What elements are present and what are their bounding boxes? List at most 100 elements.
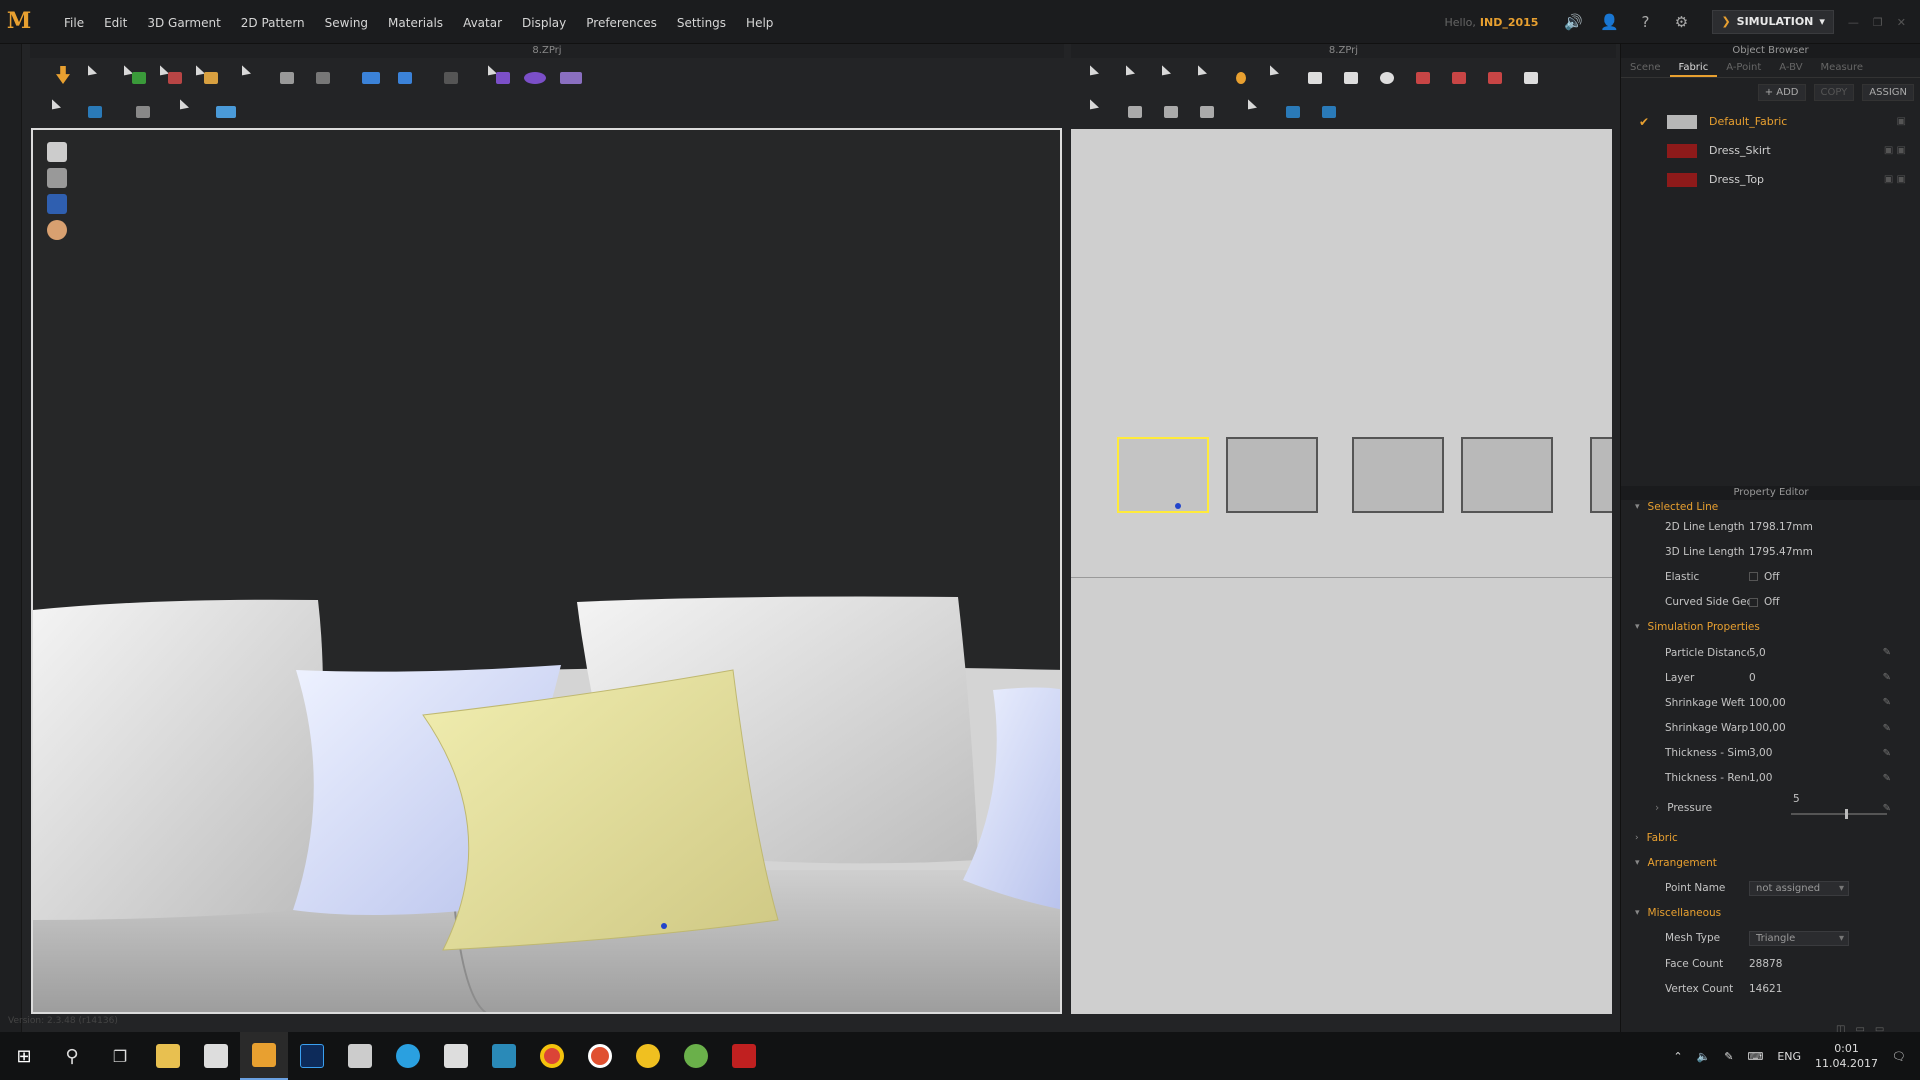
menu-settings[interactable]: Settings [667,14,736,32]
ring-icon[interactable] [522,62,548,88]
clock[interactable]: 0:01 11.04.2017 [1815,1041,1878,1071]
fabric-item-dress-skirt[interactable]: Dress_Skirt ▣ ▣ [1621,136,1920,165]
marvelous-designer-icon[interactable] [240,1032,288,1080]
section-selected-line[interactable]: ▾ Selected Line [1621,500,1920,514]
section-fabric[interactable]: › Fabric [1621,825,1920,850]
select-needle-icon[interactable] [486,62,512,88]
menu-preferences[interactable]: Preferences [576,14,667,32]
internal-polygon-icon[interactable] [1412,62,1438,88]
prop-particle-distance[interactable]: Particle Distance (m5,0✎ [1621,640,1920,665]
avatar-pin-icon[interactable] [312,62,338,88]
pattern-piece-selected[interactable] [1117,437,1209,513]
elastic-checkbox[interactable] [1749,572,1758,582]
segment-icon[interactable] [1268,62,1294,88]
tack-icon[interactable] [440,62,466,88]
notifications-icon[interactable]: 🗨 [1892,1050,1906,1063]
circle-icon[interactable] [1376,62,1402,88]
menu-edit[interactable]: Edit [94,14,137,32]
menu-file[interactable]: File [54,14,94,32]
volume-icon[interactable]: 🔈 [1697,1050,1711,1063]
fabric-item-default[interactable]: ✔ Default_Fabric ▣ [1621,107,1920,136]
monitor-app-icon[interactable] [480,1032,528,1080]
media-app-icon[interactable] [624,1032,672,1080]
slider-handle[interactable] [1845,809,1848,820]
chevron-up-icon[interactable]: ⌃ [1673,1050,1682,1063]
polygon-icon[interactable] [1304,62,1330,88]
pressure-slider[interactable] [1791,813,1887,816]
select-texture-2d-icon[interactable] [1246,96,1272,122]
logitech-icon[interactable] [384,1032,432,1080]
prop-mesh-type[interactable]: Mesh Type Triangle [1621,926,1920,951]
menu-materials[interactable]: Materials [378,14,453,32]
assign-fabric-button[interactable]: ASSIGN [1862,84,1914,101]
download-icon[interactable] [50,62,76,88]
photoshop-icon[interactable] [288,1032,336,1080]
transform-icon[interactable] [132,96,158,122]
prop-thickness-rendering[interactable]: Thickness - Rendering1,00✎ [1621,766,1920,791]
select-garment-icon[interactable] [122,62,148,88]
fold-icon[interactable] [194,62,220,88]
pattern-piece[interactable] [1590,437,1612,513]
pen-icon[interactable]: ✎ [1724,1050,1733,1063]
prop-layer[interactable]: Layer 0 ✎ [1621,665,1920,690]
pattern-piece[interactable] [1461,437,1553,513]
pattern-piece[interactable] [1226,437,1318,513]
pattern-piece[interactable] [1352,437,1444,513]
select-move-icon[interactable] [86,62,112,88]
help-icon[interactable]: ? [1634,11,1656,33]
select-sewing-icon[interactable] [1088,96,1114,122]
minimize-icon[interactable]: — [1848,16,1859,29]
select-garment-red-icon[interactable] [158,62,184,88]
check-sewing-icon[interactable] [1196,96,1222,122]
save-icon[interactable]: ▣ ▣ [1884,145,1906,156]
start-icon[interactable]: ⊞ [0,1032,48,1080]
menu-3d-garment[interactable]: 3D Garment [137,14,230,32]
speaker-icon[interactable]: 🔊 [1562,11,1584,33]
prop-pressure[interactable]: › Pressure 5 ✎ [1621,791,1920,825]
keyboard-icon[interactable]: ⌨ [1747,1050,1763,1063]
edit-pattern-icon[interactable] [1124,62,1150,88]
prop-shrinkage-weft[interactable]: Shrinkage Weft (%100,00✎ [1621,690,1920,715]
prop-thickness-simulation[interactable]: Thickness - Simulation3,00✎ [1621,741,1920,766]
edit-curve-point-icon[interactable] [1196,62,1222,88]
menu-sewing[interactable]: Sewing [315,14,378,32]
task-view-icon[interactable]: ❐ [96,1032,144,1080]
language-indicator[interactable]: ENG [1777,1050,1801,1063]
search-icon[interactable]: ⚲ [48,1032,96,1080]
select-graphic-icon[interactable] [178,96,204,122]
tab-a-bv[interactable]: A-BV [1770,58,1811,77]
tab-fabric[interactable]: Fabric [1669,58,1718,77]
menu-help[interactable]: Help [736,14,783,32]
store-icon[interactable] [192,1032,240,1080]
save-icon[interactable]: ▣ ▣ [1884,174,1906,185]
mesh-type-dropdown[interactable]: Triangle [1749,930,1849,946]
arrangement-2-icon[interactable] [394,62,420,88]
prop-elastic[interactable]: Elastic Off [1621,564,1920,589]
file-explorer-icon[interactable] [144,1032,192,1080]
calculator-icon[interactable] [432,1032,480,1080]
close-icon[interactable]: ✕ [1897,16,1906,29]
tab-scene[interactable]: Scene [1621,58,1670,77]
2d-pattern-window[interactable] [1071,129,1612,1014]
simulation-mode-button[interactable]: ❯ SIMULATION ▾ [1712,10,1834,34]
menu-avatar[interactable]: Avatar [453,14,512,32]
grid-2d-icon[interactable] [1282,96,1308,122]
transform-pattern-icon[interactable] [1088,62,1114,88]
edit-curvature-icon[interactable] [1160,62,1186,88]
tab-a-point[interactable]: A-Point [1717,58,1770,77]
skin-view-icon[interactable] [47,220,67,240]
copy-fabric-button[interactable]: COPY [1813,84,1855,101]
menu-2d-pattern[interactable]: 2D Pattern [231,14,315,32]
3d-viewport[interactable] [31,128,1062,1014]
prop-curved-side[interactable]: Curved Side GeomeOff [1621,590,1920,615]
texture-view-icon[interactable] [47,194,67,214]
segment-sewing-icon[interactable] [1124,96,1150,122]
chrome-icon[interactable] [528,1032,576,1080]
pin-icon[interactable] [276,62,302,88]
add-point-icon[interactable] [1232,62,1258,88]
graphic-icon[interactable] [214,96,240,122]
texture-2d-icon[interactable] [1318,96,1344,122]
free-sewing-icon[interactable] [1160,96,1186,122]
curved-checkbox[interactable] [1749,597,1758,607]
settings-icon[interactable]: ⚙ [1670,11,1692,33]
